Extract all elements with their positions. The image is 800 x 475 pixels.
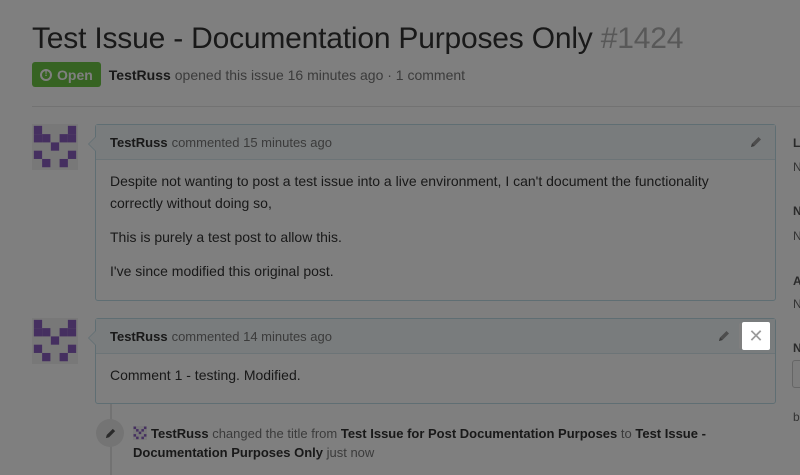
issue-opened-icon: [40, 68, 52, 81]
header-divider: [32, 106, 800, 107]
sidebar-value: b: [793, 410, 800, 424]
event-to: to: [620, 426, 632, 441]
timeline-event-badge: [96, 419, 124, 447]
issue-title: Test Issue - Documentation Purposes Only…: [32, 20, 683, 58]
status-label: Open: [57, 66, 93, 83]
sidebar-heading: N: [793, 204, 800, 218]
sidebar-value: N: [793, 229, 800, 243]
issue-title-text: Test Issue - Documentation Purposes Only: [32, 22, 593, 55]
sidebar-heading: N: [793, 341, 800, 355]
edit-comment-button[interactable]: [747, 133, 765, 151]
issue-opened-text: opened this issue 16 minutes ago · 1 com…: [174, 66, 466, 83]
status-badge: Open: [32, 62, 101, 87]
identicon-icon: [32, 318, 78, 364]
comment-paragraph: Despite not wanting to post a test issue…: [110, 173, 709, 211]
sidebar-value: N: [793, 297, 800, 311]
comment-actions: [747, 125, 765, 159]
event-old-title: Test Issue for Post Documentation Purpos…: [340, 426, 618, 441]
title-change-event: TestRuss changed the title from Test Iss…: [133, 424, 743, 462]
comment-body: Comment 1 - testing. Modified.: [96, 354, 775, 398]
sidebar-heading: A: [793, 274, 800, 288]
pencil-icon: [719, 331, 729, 341]
avatar[interactable]: [32, 124, 78, 170]
issue-author-link[interactable]: TestRuss: [109, 67, 171, 83]
pencil-icon: [751, 137, 761, 147]
issue-number: #1424: [600, 22, 684, 55]
comment: TestRuss commented 14 minutes ago ✕ Comm…: [88, 318, 776, 404]
comment-paragraph: I've since modified this original post.: [110, 263, 334, 279]
edit-comment-button[interactable]: [715, 327, 733, 345]
event-time[interactable]: just now: [327, 445, 375, 460]
sidebar-value: N: [793, 160, 800, 174]
comment-header: TestRuss commented 14 minutes ago ✕: [96, 319, 775, 354]
comment-header: TestRuss commented 15 minutes ago: [96, 125, 775, 160]
comment: TestRuss commented 15 minutes ago Despit…: [88, 124, 776, 301]
pencil-icon: [105, 428, 115, 438]
sidebar-control[interactable]: [792, 360, 800, 388]
event-actor-link[interactable]: TestRuss: [151, 426, 209, 441]
comment-author-link[interactable]: TestRuss: [110, 135, 168, 150]
comment-timestamp[interactable]: commented 15 minutes ago: [172, 135, 332, 150]
close-icon: ✕: [748, 326, 764, 346]
issue-page: Test Issue - Documentation Purposes Only…: [0, 0, 800, 475]
comment-paragraph: This is purely a test post to allow this…: [110, 229, 342, 245]
identicon-icon[interactable]: [133, 426, 147, 440]
avatar[interactable]: [32, 318, 78, 364]
highlighted-close-button[interactable]: ✕: [742, 322, 770, 350]
issue-meta: Open TestRuss opened this issue 16 minut…: [32, 62, 465, 87]
event-action: changed the title from: [212, 426, 338, 441]
comment-body: Despite not wanting to post a test issue…: [96, 160, 775, 294]
identicon-icon: [32, 124, 78, 170]
comment-paragraph: Comment 1 - testing. Modified.: [110, 367, 301, 383]
sidebar-heading: L: [793, 136, 800, 150]
comment-timestamp[interactable]: commented 14 minutes ago: [172, 329, 332, 344]
comment-author-link[interactable]: TestRuss: [110, 329, 168, 344]
